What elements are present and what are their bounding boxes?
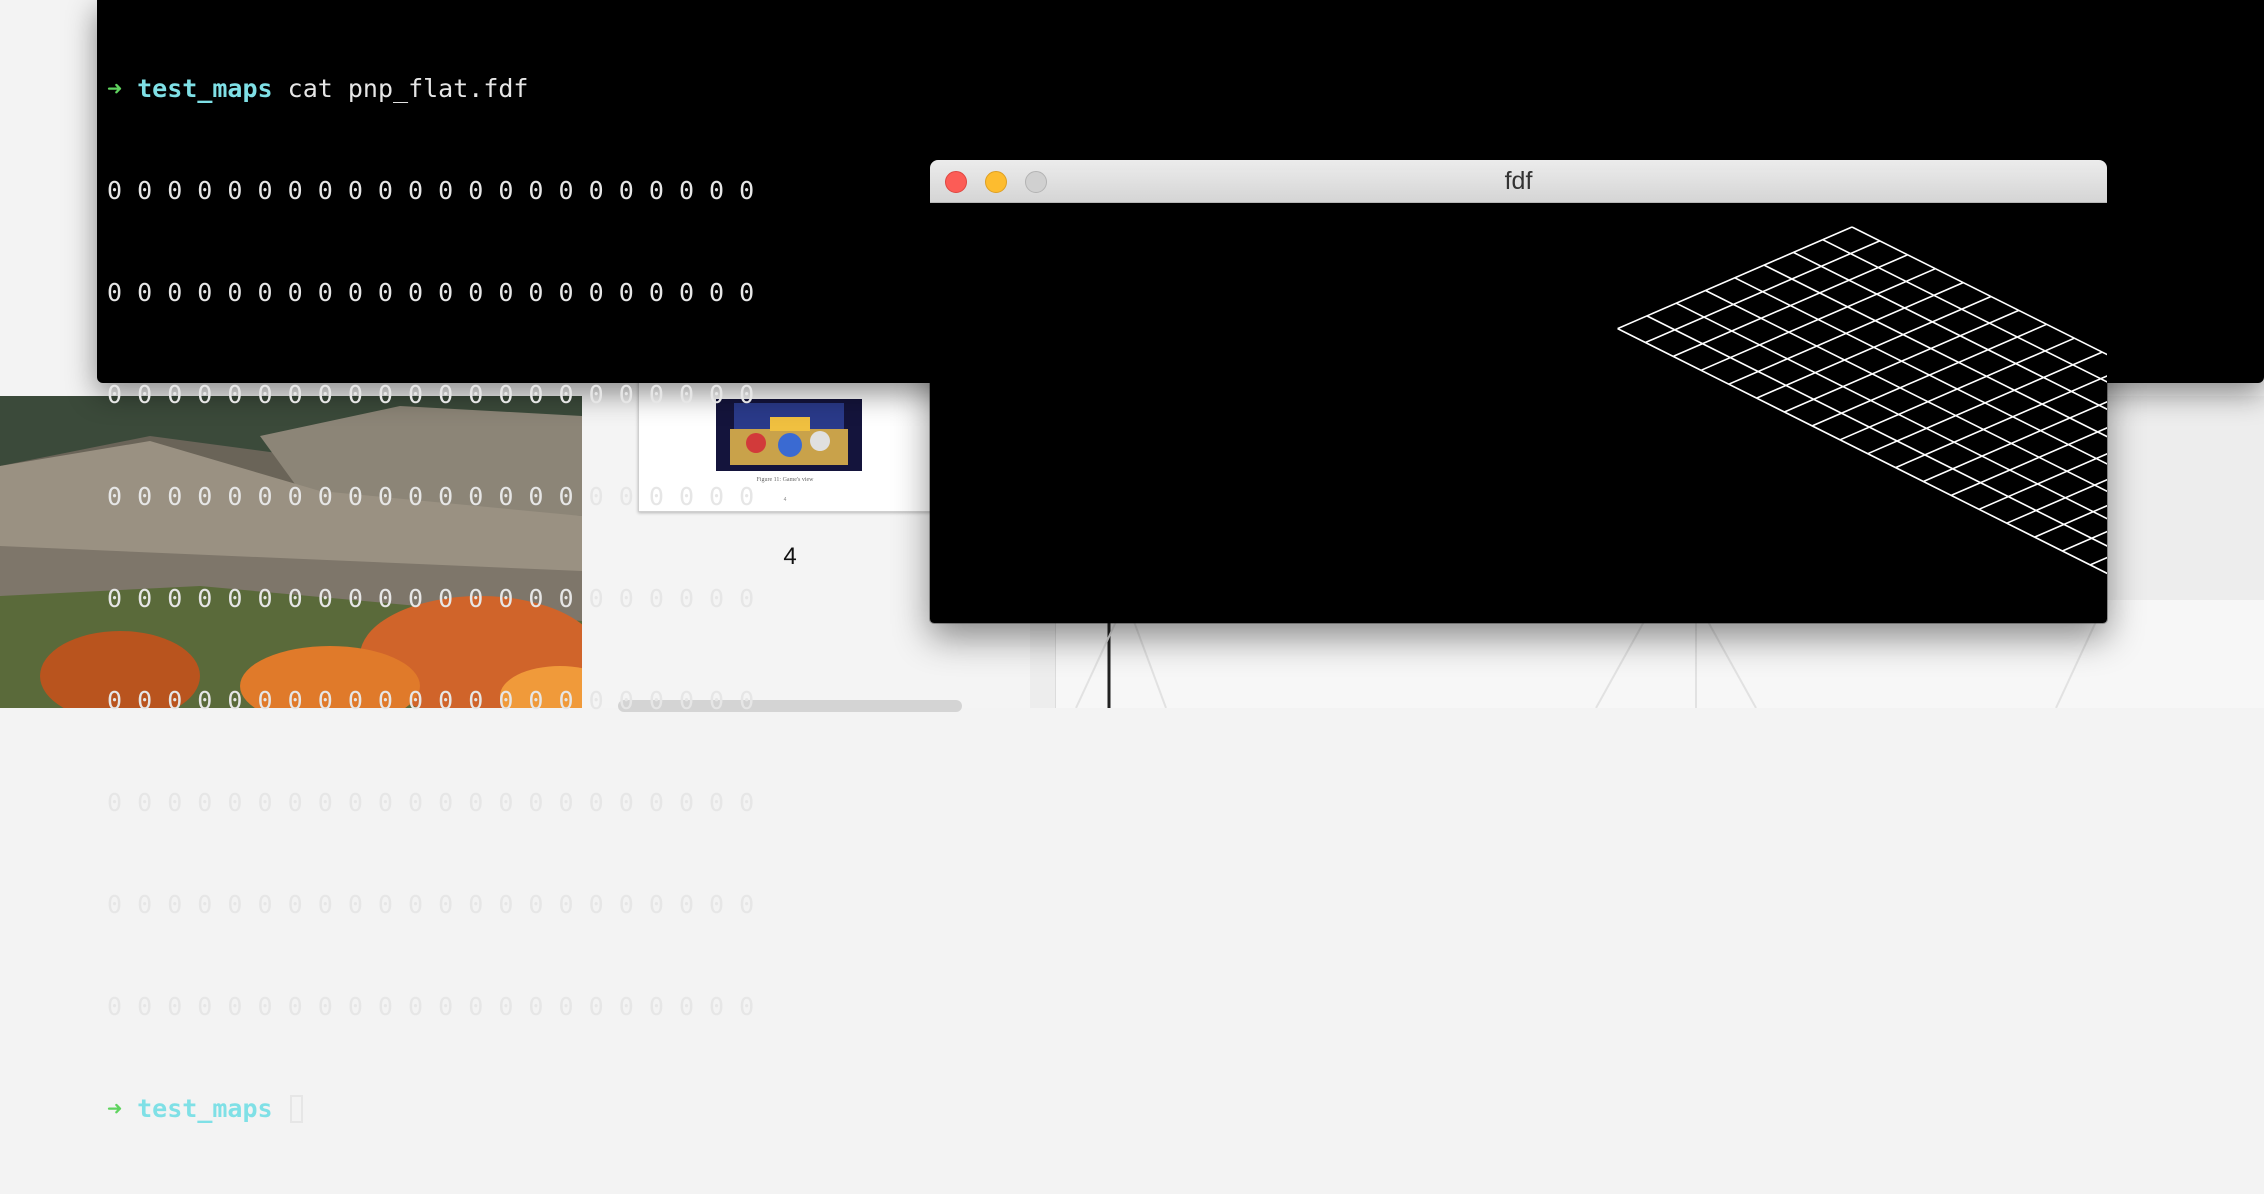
grid-column-line [1700,267,1936,372]
terminal-cursor [289,1095,303,1123]
grid-column-line [1756,295,1992,399]
fdf-render-canvas[interactable] [930,203,2107,623]
grid-column-line [1839,337,2075,441]
wireframe-grid [1617,226,2107,575]
grid-row-line [1763,264,2107,438]
prompt-arrow-icon: ➜ [107,1094,123,1123]
grid-column-line [1728,281,1964,385]
window-title: fdf [1504,167,1533,195]
output-line: 0 0 0 0 0 0 0 0 0 0 0 0 0 0 0 0 0 0 0 0 … [107,890,755,919]
grid-row-line [1646,315,2107,547]
output-line: 0 0 0 0 0 0 0 0 0 0 0 0 0 0 0 0 0 0 0 0 … [107,992,755,1021]
prompt-directory: test_maps [137,74,273,103]
grid-column-line [1867,351,2103,455]
command-line: ➜ test_maps cat pnp_flat.fdf [107,72,2264,106]
grid-column-line [2006,478,2107,524]
grid-column-line [1811,323,2047,427]
output-line: 0 0 0 0 0 0 0 0 0 0 0 0 0 0 0 0 0 0 0 0 … [107,686,755,715]
fdf-titlebar[interactable]: fdf [930,160,2107,203]
prompt-arrow-icon: ➜ [107,74,123,103]
fdf-window[interactable]: fdf [930,160,2107,623]
grid-column-line [1784,309,2020,413]
prompt-line[interactable]: ➜ test_maps [107,1092,2264,1126]
prompt-directory: test_maps [137,1094,273,1123]
command-text: cat pnp_flat.fdf [287,74,529,103]
grid-column-line [1645,240,1881,344]
grid-column-line [1672,254,1908,358]
grid-column-line [1895,375,2107,469]
grid-row-line [1734,277,2107,465]
grid-column-line [1617,226,1853,330]
output-line: 0 0 0 0 0 0 0 0 0 0 0 0 0 0 0 0 0 0 0 0 … [107,788,755,817]
grid-row-line [1675,302,2107,520]
